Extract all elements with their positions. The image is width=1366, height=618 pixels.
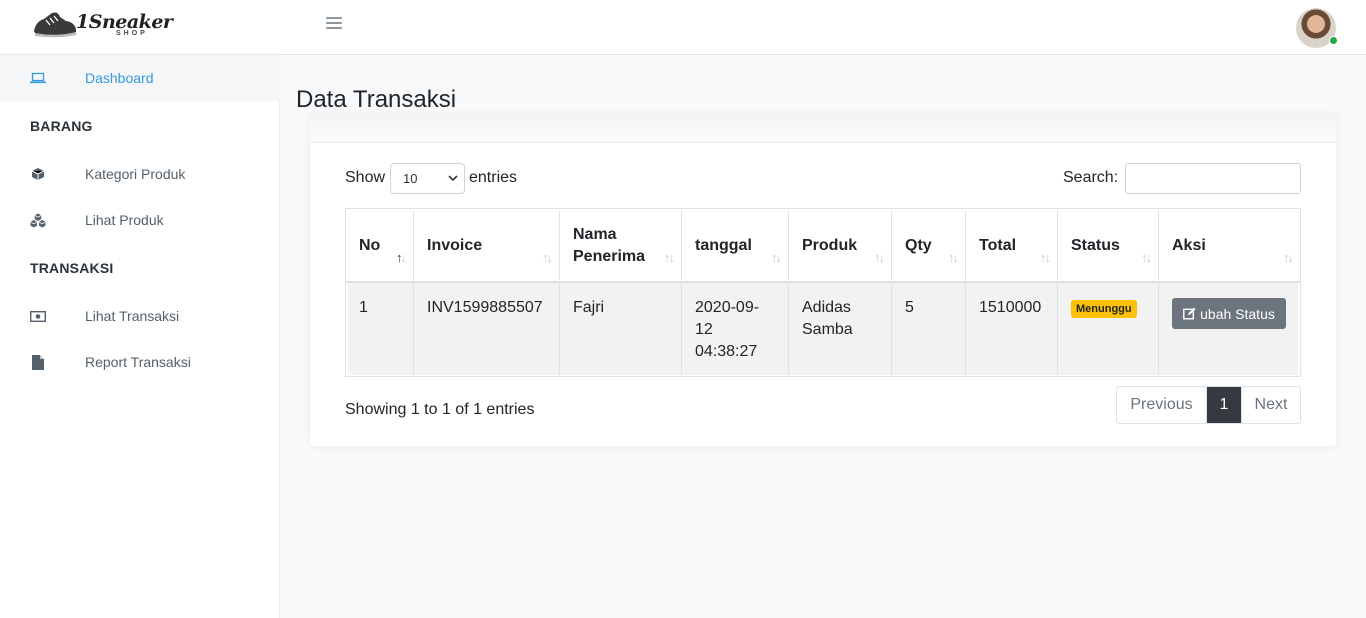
sort-icon: ↑↓ [1141,250,1152,265]
column-header-nama-penerima[interactable]: Nama Penerima ↑↓ [560,211,682,280]
cube-icon [30,166,46,182]
money-icon [30,308,46,324]
cell-qty: 5 [892,283,966,375]
column-header-invoice[interactable]: Invoice ↑↓ [414,211,560,280]
card-header [310,115,1336,143]
column-header-label: Status [1071,236,1120,254]
chevron-down-icon [448,164,458,205]
table-info: Showing 1 to 1 of 1 entries [345,401,535,418]
cubes-icon [30,212,46,228]
column-header-label: tanggal [695,236,752,254]
next-page-button[interactable]: Next [1241,387,1300,423]
column-header-tanggal[interactable]: tanggal ↑↓ [682,211,789,280]
sidebar-item-lihat-transaksi[interactable]: Lihat Transaksi [0,293,280,339]
status-badge: Menunggu [1071,300,1137,318]
sidebar-item-label: Lihat Produk [85,212,164,228]
page-title: Data Transaksi [296,86,457,113]
cell-no: 1 [346,283,414,375]
column-header-label: Qty [905,236,932,254]
cell-penerima: Fajri [560,283,682,375]
edit-icon [1183,307,1196,320]
column-header-produk[interactable]: Produk ↑↓ [789,211,892,280]
online-status-dot [1329,36,1338,45]
cell-invoice: INV1599885507 [414,283,560,375]
file-icon [30,354,46,370]
hamburger-icon[interactable] [326,17,342,33]
column-header-aksi[interactable]: Aksi ↑↓ [1159,211,1300,280]
sidebar-item-lihat-produk[interactable]: Lihat Produk [0,197,280,243]
column-header-label: Produk [802,236,858,254]
column-header-label: Invoice [427,236,483,254]
sidebar-item-label: Dashboard [85,70,154,86]
ubah-status-button[interactable]: ubah Status [1172,298,1286,329]
brand-logo[interactable]: 1Sneaker SHOP [32,7,173,41]
top-navbar: 1Sneaker SHOP [0,0,1366,55]
cell-total: 1510000 [966,283,1058,375]
entries-select[interactable]: 10 [390,163,465,194]
sidebar-item-dashboard[interactable]: Dashboard [0,55,280,101]
cell-tanggal: 2020-09-12 04:38:27 [682,283,789,375]
column-header-label: Total [979,236,1017,254]
logo-subtext: SHOP [116,30,148,37]
ubah-status-label: ubah Status [1200,305,1275,322]
column-header-label: Aksi [1172,236,1206,254]
sidebar: Dashboard BARANG Kategori Produk Lihat P… [0,55,280,618]
sidebar-heading-barang: BARANG [30,118,93,134]
column-header-label: Nama Penerima [573,225,646,265]
sidebar-item-label: Lihat Transaksi [85,308,180,324]
column-header-label: No [359,236,381,254]
sort-asc-icon: ↑↓ [396,250,407,265]
sort-icon: ↑↓ [542,250,553,265]
sort-icon: ↑↓ [1283,250,1294,265]
sidebar-item-report-transaksi[interactable]: Report Transaksi [0,339,280,385]
cell-status: Menunggu [1058,283,1159,375]
sidebar-item-label: Report Transaksi [85,354,191,370]
cell-aksi: ubah Status [1159,283,1300,375]
sneaker-icon [34,12,76,38]
sort-icon: ↑↓ [1040,250,1051,265]
column-header-status[interactable]: Status ↑↓ [1058,211,1159,280]
entries-select-value: 10 [403,171,418,186]
sidebar-heading-transaksi: TRANSAKSI [30,260,114,276]
search-input[interactable] [1125,163,1301,194]
sort-icon: ↑↓ [664,250,675,265]
pagination: Previous 1 Next [1116,386,1301,424]
previous-page-button[interactable]: Previous [1117,387,1207,423]
sort-icon: ↑↓ [874,250,885,265]
sort-icon: ↑↓ [771,250,782,265]
show-label: Show [345,169,386,186]
search-label: Search: [1063,169,1119,186]
column-header-qty[interactable]: Qty ↑↓ [892,211,966,280]
entries-label: entries [469,169,518,186]
cell-produk: Adidas Samba [789,283,892,375]
laptop-icon [30,70,46,86]
sidebar-item-label: Kategori Produk [85,166,186,182]
sort-icon: ↑↓ [948,250,959,265]
transactions-card: Show 10 entries Search: No ↑↓ Invoice ↑↓… [310,115,1336,446]
transactions-table: No ↑↓ Invoice ↑↓ Nama Penerima ↑↓ tangga… [345,208,1301,377]
sidebar-item-kategori-produk[interactable]: Kategori Produk [0,151,280,197]
column-header-total[interactable]: Total ↑↓ [966,211,1058,280]
page-1-button[interactable]: 1 [1207,387,1241,423]
column-header-no[interactable]: No ↑↓ [346,211,414,280]
